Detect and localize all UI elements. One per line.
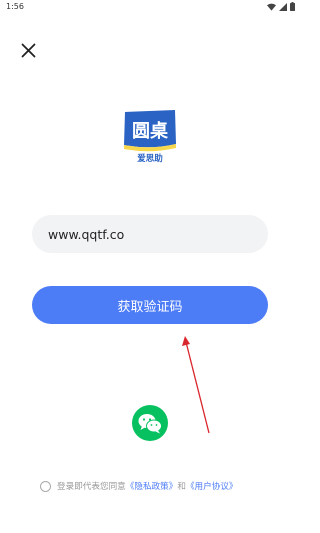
wechat-icon (138, 414, 162, 434)
phone-input[interactable] (32, 215, 268, 253)
signal-icon (279, 2, 287, 11)
annotation-arrow (182, 336, 210, 434)
close-button[interactable] (18, 40, 38, 60)
agreement-row: 登录即代表您同意 《隐私政策》 和 《用户协议》 (40, 479, 238, 493)
wifi-icon (267, 3, 276, 11)
close-icon (21, 43, 35, 57)
logo-subtitle: 爱思助 (137, 153, 163, 164)
agreement-prefix: 登录即代表您同意 (57, 482, 126, 492)
wechat-login-button[interactable] (132, 405, 168, 441)
agreement-and: 和 (177, 482, 186, 492)
status-bar: 1:56 (0, 0, 300, 14)
user-agreement-link[interactable]: 《用户协议》 (186, 480, 238, 492)
battery-icon (290, 2, 295, 11)
privacy-policy-link[interactable]: 《隐私政策》 (126, 480, 178, 492)
status-time: 1:56 (6, 2, 24, 11)
app-logo: 圆桌 爱思助 (124, 110, 176, 164)
get-code-label: 获取验证码 (117, 299, 183, 315)
logo-title: 圆桌 (132, 121, 169, 142)
get-code-button[interactable]: 获取验证码 (32, 286, 268, 324)
agree-checkbox[interactable] (40, 480, 51, 492)
status-icons (267, 2, 295, 11)
